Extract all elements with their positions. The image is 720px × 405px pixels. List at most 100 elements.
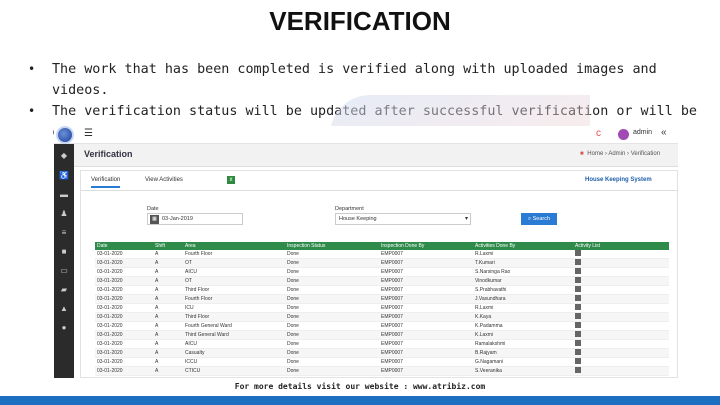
page-title: Verification xyxy=(84,149,133,159)
app-screenshot: ☰ c admin « ◆ ♿ ▬ ♟ ≡ ■ ▭ ▰ ▲ ● Verifica… xyxy=(54,126,678,378)
table-cell: EMP0007 xyxy=(379,348,473,358)
table-cell: EMP0007 xyxy=(379,258,473,268)
table-cell xyxy=(573,276,669,286)
table-row: 03-01-2020 A AICU Done EMP0007 S.Narsinga Rao xyxy=(95,267,669,277)
activity-list-icon[interactable] xyxy=(575,322,581,328)
list-icon[interactable]: ≡ xyxy=(58,227,70,239)
lock-icon[interactable]: ● xyxy=(58,322,70,334)
activity-list-icon[interactable] xyxy=(575,349,581,355)
search-button[interactable]: ⌕ Search xyxy=(521,213,557,225)
table-cell: S.Narsinga Rao xyxy=(473,267,573,277)
excel-icon[interactable]: x xyxy=(227,176,235,184)
table-cell: EMP0007 xyxy=(379,339,473,349)
table-cell xyxy=(573,330,669,340)
bed-icon[interactable]: ▬ xyxy=(58,189,70,201)
verification-table: Date Shift Area Inspection Status Inspec… xyxy=(95,242,669,376)
activity-list-icon[interactable] xyxy=(575,259,581,265)
table-cell: Done xyxy=(285,366,379,376)
table-cell: EMP0007 xyxy=(379,330,473,340)
activity-list-icon[interactable] xyxy=(575,295,581,301)
table-cell xyxy=(573,303,669,313)
notification-icon[interactable]: c xyxy=(596,128,601,139)
table-cell: A xyxy=(153,357,183,367)
col-activities-by[interactable]: Activities Done By xyxy=(473,242,573,250)
table-cell: Done xyxy=(285,357,379,367)
table-row: 03-01-2020 A ICCU Done EMP0007 G.Nagamani xyxy=(95,357,669,367)
calendar-icon[interactable]: ▦ xyxy=(150,215,159,224)
activity-list-icon[interactable] xyxy=(575,313,581,319)
activity-list-icon[interactable] xyxy=(575,250,581,256)
table-cell: A xyxy=(153,250,183,259)
table-cell: EMP0007 xyxy=(379,276,473,286)
activity-list-icon[interactable] xyxy=(575,268,581,274)
chevron-down-icon[interactable]: ▾ xyxy=(465,215,468,222)
date-label: Date xyxy=(147,206,159,212)
table-cell: Done xyxy=(285,339,379,349)
col-shift[interactable]: Shift xyxy=(153,242,183,250)
breadcrumb-admin[interactable]: Admin xyxy=(608,151,625,157)
slide-title: VERIFICATION xyxy=(269,6,451,36)
col-activity-list[interactable]: Activity List xyxy=(573,242,669,250)
col-inspection-status[interactable]: Inspection Status xyxy=(285,242,379,250)
col-area[interactable]: Area xyxy=(183,242,285,250)
table-cell: Done xyxy=(285,285,379,295)
table-cell: Done xyxy=(285,276,379,286)
activity-list-icon[interactable] xyxy=(575,286,581,292)
table-cell: J.Vasundhara xyxy=(473,294,573,304)
org-chart-icon[interactable]: ▲ xyxy=(58,303,70,315)
table-cell: Third Floor xyxy=(183,312,285,322)
cart-icon[interactable]: ▭ xyxy=(58,265,70,277)
table-cell: A xyxy=(153,294,183,304)
avatar[interactable] xyxy=(618,129,629,140)
table-cell: Third General Ward xyxy=(183,330,285,340)
table-cell: 03-01-2020 xyxy=(95,294,153,304)
briefcase-icon[interactable]: ■ xyxy=(58,246,70,258)
table-cell: Done xyxy=(285,312,379,322)
table-cell: EMP0007 xyxy=(379,294,473,304)
table-cell: EMP0007 xyxy=(379,312,473,322)
table-row: 03-01-2020 A OT Done EMP0007 Vinodkumar xyxy=(95,276,669,286)
table-cell: 03-01-2020 xyxy=(95,339,153,349)
tab-verification[interactable]: Verification xyxy=(91,177,121,188)
table-cell: Vinodkumar xyxy=(473,276,573,286)
verification-panel: Verification View Activities x House Kee… xyxy=(80,170,678,378)
user-icon[interactable]: ♟ xyxy=(58,208,70,220)
activity-list-icon[interactable] xyxy=(575,358,581,364)
table-cell xyxy=(573,258,669,268)
table-cell: 03-01-2020 xyxy=(95,258,153,268)
table-cell: Done xyxy=(285,348,379,358)
activity-list-icon[interactable] xyxy=(575,340,581,346)
dashboard-icon[interactable]: ◆ xyxy=(58,150,70,162)
activity-list-icon[interactable] xyxy=(575,331,581,337)
table-body: 03-01-2020 A Fourth Floor Done EMP0007 R.Laxm… xyxy=(95,250,669,376)
table-cell: S.Veeranika xyxy=(473,366,573,376)
table-cell xyxy=(573,250,669,259)
activity-list-icon[interactable] xyxy=(575,277,581,283)
col-inspection-by[interactable]: Inspection Done By xyxy=(379,242,473,250)
activity-list-icon[interactable] xyxy=(575,367,581,373)
table-row: 03-01-2020 A Casualty Done EMP0007 B.Rajyam xyxy=(95,348,669,358)
table-cell: Done xyxy=(285,303,379,313)
user-name[interactable]: admin xyxy=(633,129,652,136)
table-cell: Done xyxy=(285,330,379,340)
table-row: 03-01-2020 A Fourth General Ward Done EMP000… xyxy=(95,321,669,331)
table-cell xyxy=(573,285,669,295)
tab-view-activities[interactable]: View Activities xyxy=(145,177,183,183)
wheelchair-icon[interactable]: ♿ xyxy=(58,170,70,182)
table-cell: AICU xyxy=(183,339,285,349)
page-header: Verification ■ Home › Admin › Verificati… xyxy=(74,144,678,167)
book-icon[interactable]: ▰ xyxy=(58,284,70,296)
department-select[interactable]: House Keeping ▾ xyxy=(335,213,471,225)
collapse-icon[interactable]: « xyxy=(661,127,667,138)
breadcrumb-current: Verification xyxy=(630,151,661,157)
table-header-row: Date Shift Area Inspection Status Inspec… xyxy=(95,242,669,250)
col-date[interactable]: Date xyxy=(95,242,153,250)
menu-icon[interactable]: ☰ xyxy=(84,128,93,139)
table-cell: A xyxy=(153,348,183,358)
table-cell: EMP0007 xyxy=(379,357,473,367)
activity-list-icon[interactable] xyxy=(575,304,581,310)
date-field[interactable]: ▦ 03-Jan-2019 xyxy=(147,213,243,225)
table-cell: 03-01-2020 xyxy=(95,348,153,358)
breadcrumb-home[interactable]: Home xyxy=(587,151,603,157)
table-cell: Done xyxy=(285,294,379,304)
